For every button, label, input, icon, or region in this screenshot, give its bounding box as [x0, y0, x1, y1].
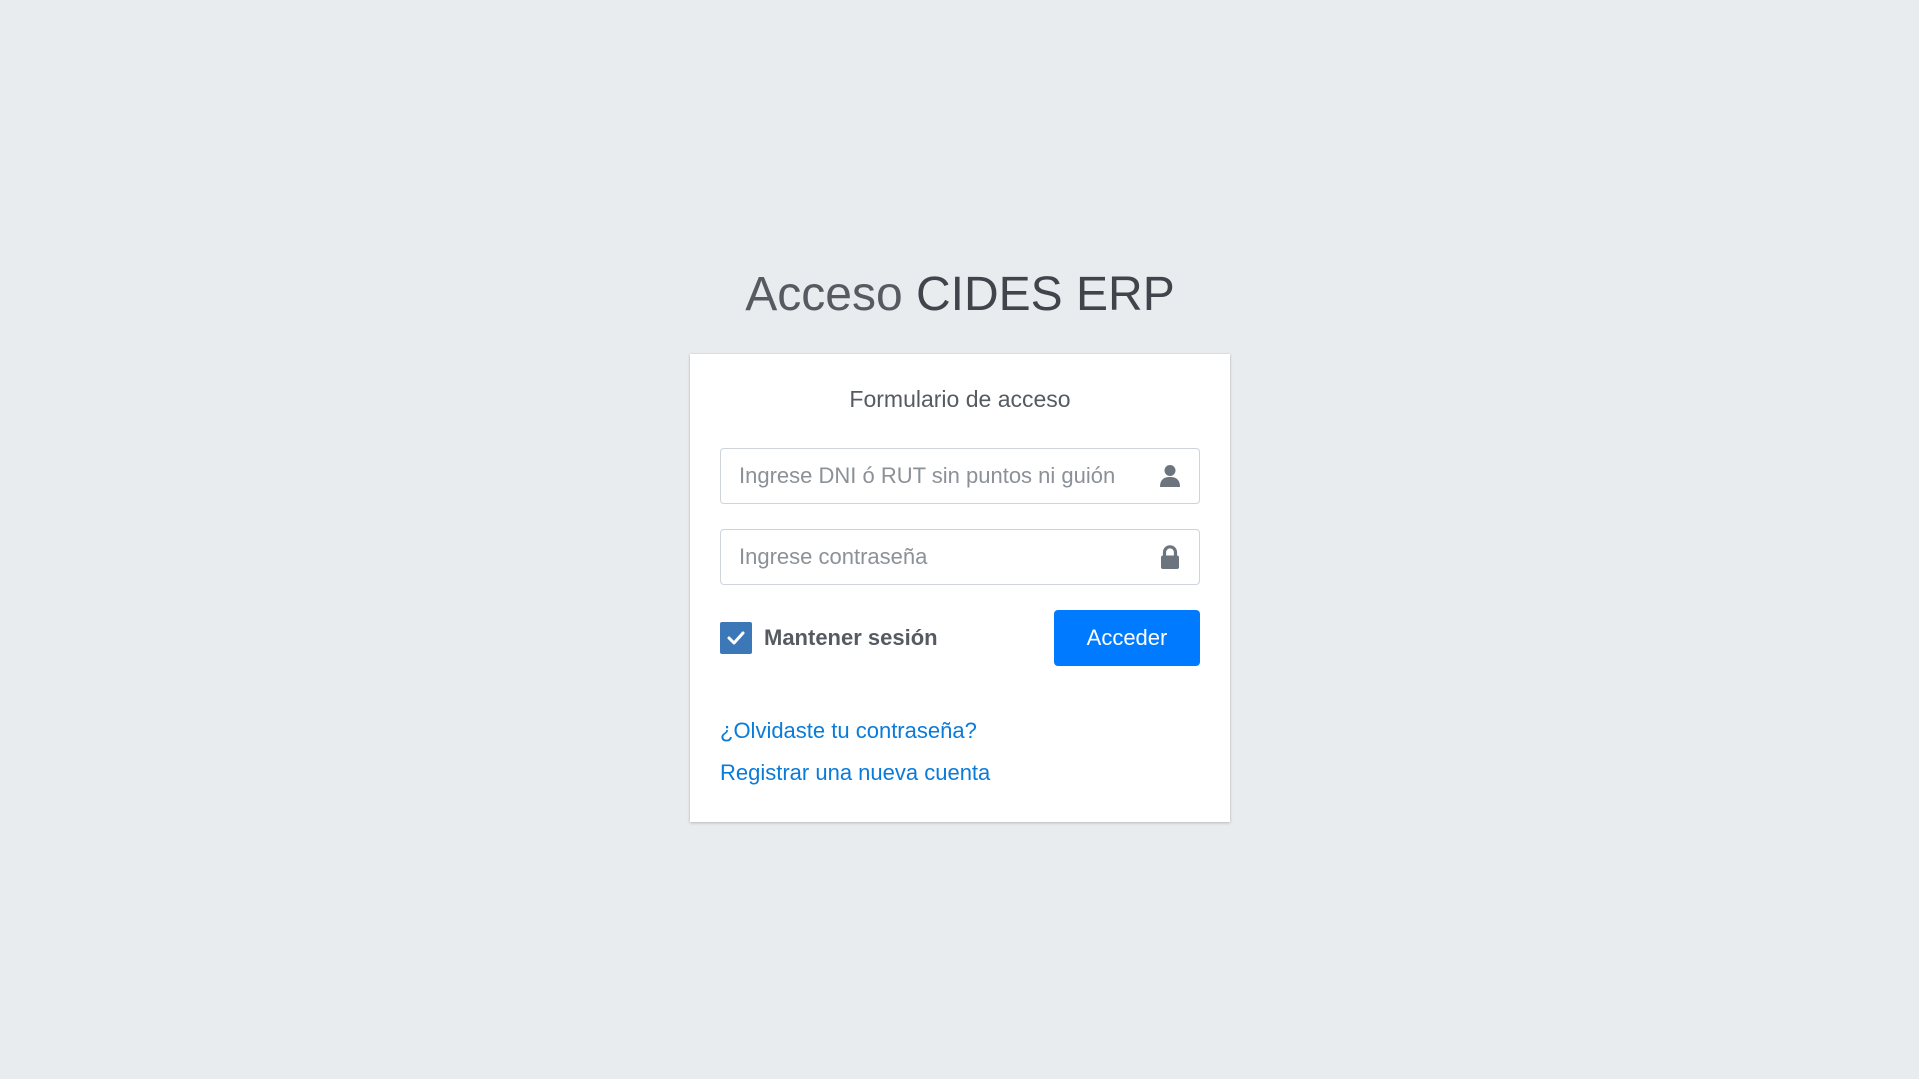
- remember-session-label: Mantener sesión: [764, 625, 938, 650]
- form-heading: Formulario de acceso: [849, 386, 1071, 412]
- user-icon: [1141, 449, 1199, 503]
- username-input[interactable]: [721, 449, 1141, 503]
- login-box: Acceso CIDES ERP Formulario de acceso In…: [690, 260, 1230, 822]
- remember-session-checkbox[interactable]: Mantener sesión: [720, 622, 938, 654]
- login-card: Formulario de acceso Ingrese DNI ó RUT s…: [690, 354, 1230, 822]
- page-title-light: Acceso: [745, 268, 903, 321]
- form-actions: Mantener sesión Acceder: [720, 610, 1200, 666]
- page-title: Acceso CIDES ERP: [690, 260, 1230, 330]
- check-icon[interactable]: [720, 622, 752, 654]
- forgot-password-link[interactable]: ¿Olvidaste tu contraseña?: [720, 716, 1200, 746]
- password-field-group: [720, 529, 1200, 585]
- password-input[interactable]: [721, 530, 1141, 584]
- register-link[interactable]: Registrar una nueva cuenta: [720, 758, 1200, 788]
- page-title-brand: CIDES ERP: [916, 268, 1175, 321]
- username-field-group: [720, 448, 1200, 504]
- submit-button[interactable]: Acceder: [1054, 610, 1200, 666]
- lock-icon: [1141, 530, 1199, 584]
